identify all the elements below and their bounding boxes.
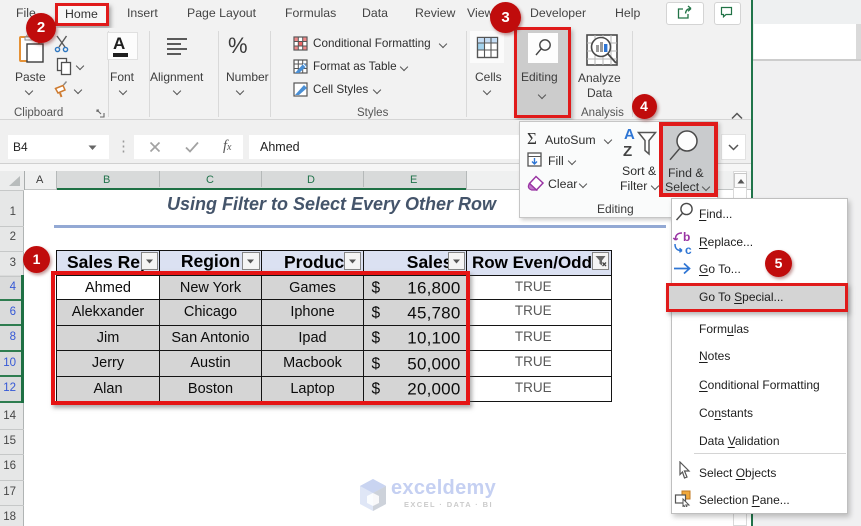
svg-text:c: c: [685, 243, 692, 256]
svg-text:b: b: [683, 230, 690, 244]
